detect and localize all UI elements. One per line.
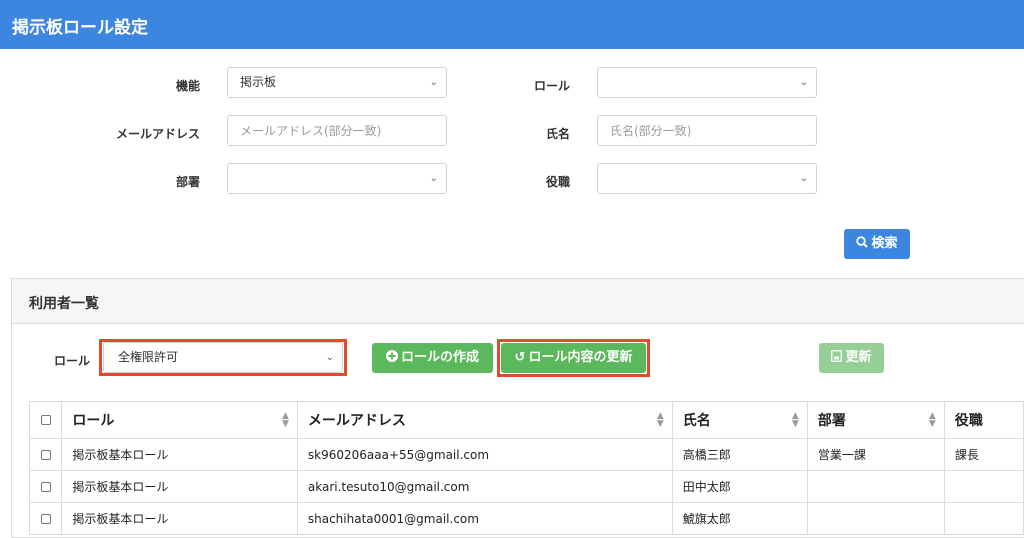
cell-email: sk960206aaa+55@gmail.com	[296, 438, 673, 471]
page-title: 掲示板ロール設定	[12, 18, 148, 38]
column-header-name[interactable]: 氏名 ▲ ▼	[671, 401, 808, 439]
row-checkbox[interactable]	[40, 482, 51, 492]
user-list-header: 利用者一覧	[12, 279, 1024, 324]
highlight-box	[497, 339, 650, 377]
cell-position	[943, 470, 1024, 503]
search-button[interactable]: 検索	[844, 229, 910, 259]
cell-role: 掲示板基本ロール	[61, 502, 298, 535]
role-assign-label: ロール	[53, 354, 90, 368]
table-row: 掲示板基本ロール akari.tesuto10@gmail.com 田中太郎	[28, 470, 1024, 503]
search-button-label: 検索	[871, 236, 898, 251]
cell-name: 高橋三郎	[671, 438, 808, 471]
chevron-down-icon: ⌄	[429, 77, 438, 88]
table-header-row: ロール ▲ ▼ メールアドレス ▲ ▼ 氏名 ▲ ▼ 部署 ▲ ▼ 役職	[28, 401, 1024, 439]
sort-icon: ▲ ▼	[281, 411, 289, 429]
table-row: 掲示板基本ロール shachihata0001@gmail.com 鯱旗太郎	[28, 502, 1024, 535]
email-label: メールアドレス	[115, 127, 200, 141]
cell-name: 田中太郎	[671, 470, 808, 503]
cell-role: 掲示板基本ロール	[61, 438, 298, 471]
email-input[interactable]	[227, 115, 447, 146]
update-button-label: 更新	[845, 350, 872, 365]
chevron-down-icon: ⌄	[799, 77, 808, 88]
select-all-cell	[28, 401, 63, 439]
dept-select[interactable]: ⌄	[227, 163, 447, 194]
row-checkbox-cell	[28, 502, 63, 535]
user-table: ロール ▲ ▼ メールアドレス ▲ ▼ 氏名 ▲ ▼ 部署 ▲ ▼ 役職 掲示板基本ロール sk…	[28, 401, 1024, 535]
column-header-role[interactable]: ロール ▲ ▼	[61, 401, 298, 439]
dept-label: 部署	[175, 175, 200, 189]
role-filter-select[interactable]: ⌄	[597, 67, 817, 98]
cell-email: akari.tesuto10@gmail.com	[296, 470, 673, 503]
sort-icon: ▲ ▼	[791, 411, 799, 429]
column-header-position[interactable]: 役職	[943, 401, 1024, 439]
save-icon	[831, 343, 843, 373]
cell-role: 掲示板基本ロール	[61, 470, 298, 503]
cell-position	[943, 502, 1024, 535]
create-role-button[interactable]: ロールの作成	[372, 343, 493, 373]
cell-dept	[806, 502, 945, 535]
plus-circle-icon	[385, 343, 398, 373]
row-checkbox[interactable]	[40, 514, 51, 524]
function-select[interactable]: 掲示板 ⌄	[227, 67, 447, 98]
function-label: 機能	[175, 79, 200, 93]
name-input[interactable]	[597, 115, 817, 146]
row-checkbox-cell	[28, 438, 63, 471]
column-header-email[interactable]: メールアドレス ▲ ▼	[296, 401, 673, 439]
highlight-box	[99, 339, 347, 376]
function-select-value: 掲示板	[240, 75, 277, 89]
name-label: 氏名	[545, 127, 570, 141]
sort-icon: ▲ ▼	[656, 411, 664, 429]
app-header: 掲示板ロール設定	[0, 0, 1024, 49]
position-select[interactable]: ⌄	[597, 163, 817, 194]
select-all-checkbox[interactable]	[40, 415, 51, 425]
column-header-dept[interactable]: 部署 ▲ ▼	[806, 401, 945, 439]
row-checkbox[interactable]	[40, 450, 51, 460]
search-icon	[856, 229, 869, 259]
sort-icon: ▲ ▼	[928, 411, 936, 429]
create-role-label: ロールの作成	[400, 350, 479, 365]
cell-dept: 営業一課	[806, 438, 945, 471]
table-row: 掲示板基本ロール sk960206aaa+55@gmail.com 高橋三郎 営…	[28, 438, 1024, 471]
user-list-title: 利用者一覧	[29, 296, 99, 312]
cell-email: shachihata0001@gmail.com	[296, 502, 673, 535]
cell-name: 鯱旗太郎	[671, 502, 808, 535]
row-checkbox-cell	[28, 470, 63, 503]
position-label: 役職	[545, 175, 570, 189]
chevron-down-icon: ⌄	[799, 173, 808, 184]
chevron-down-icon: ⌄	[429, 173, 438, 184]
role-filter-label: ロール	[533, 79, 570, 93]
update-button[interactable]: 更新	[819, 343, 884, 373]
cell-dept	[806, 470, 945, 503]
cell-position: 課長	[943, 438, 1024, 471]
